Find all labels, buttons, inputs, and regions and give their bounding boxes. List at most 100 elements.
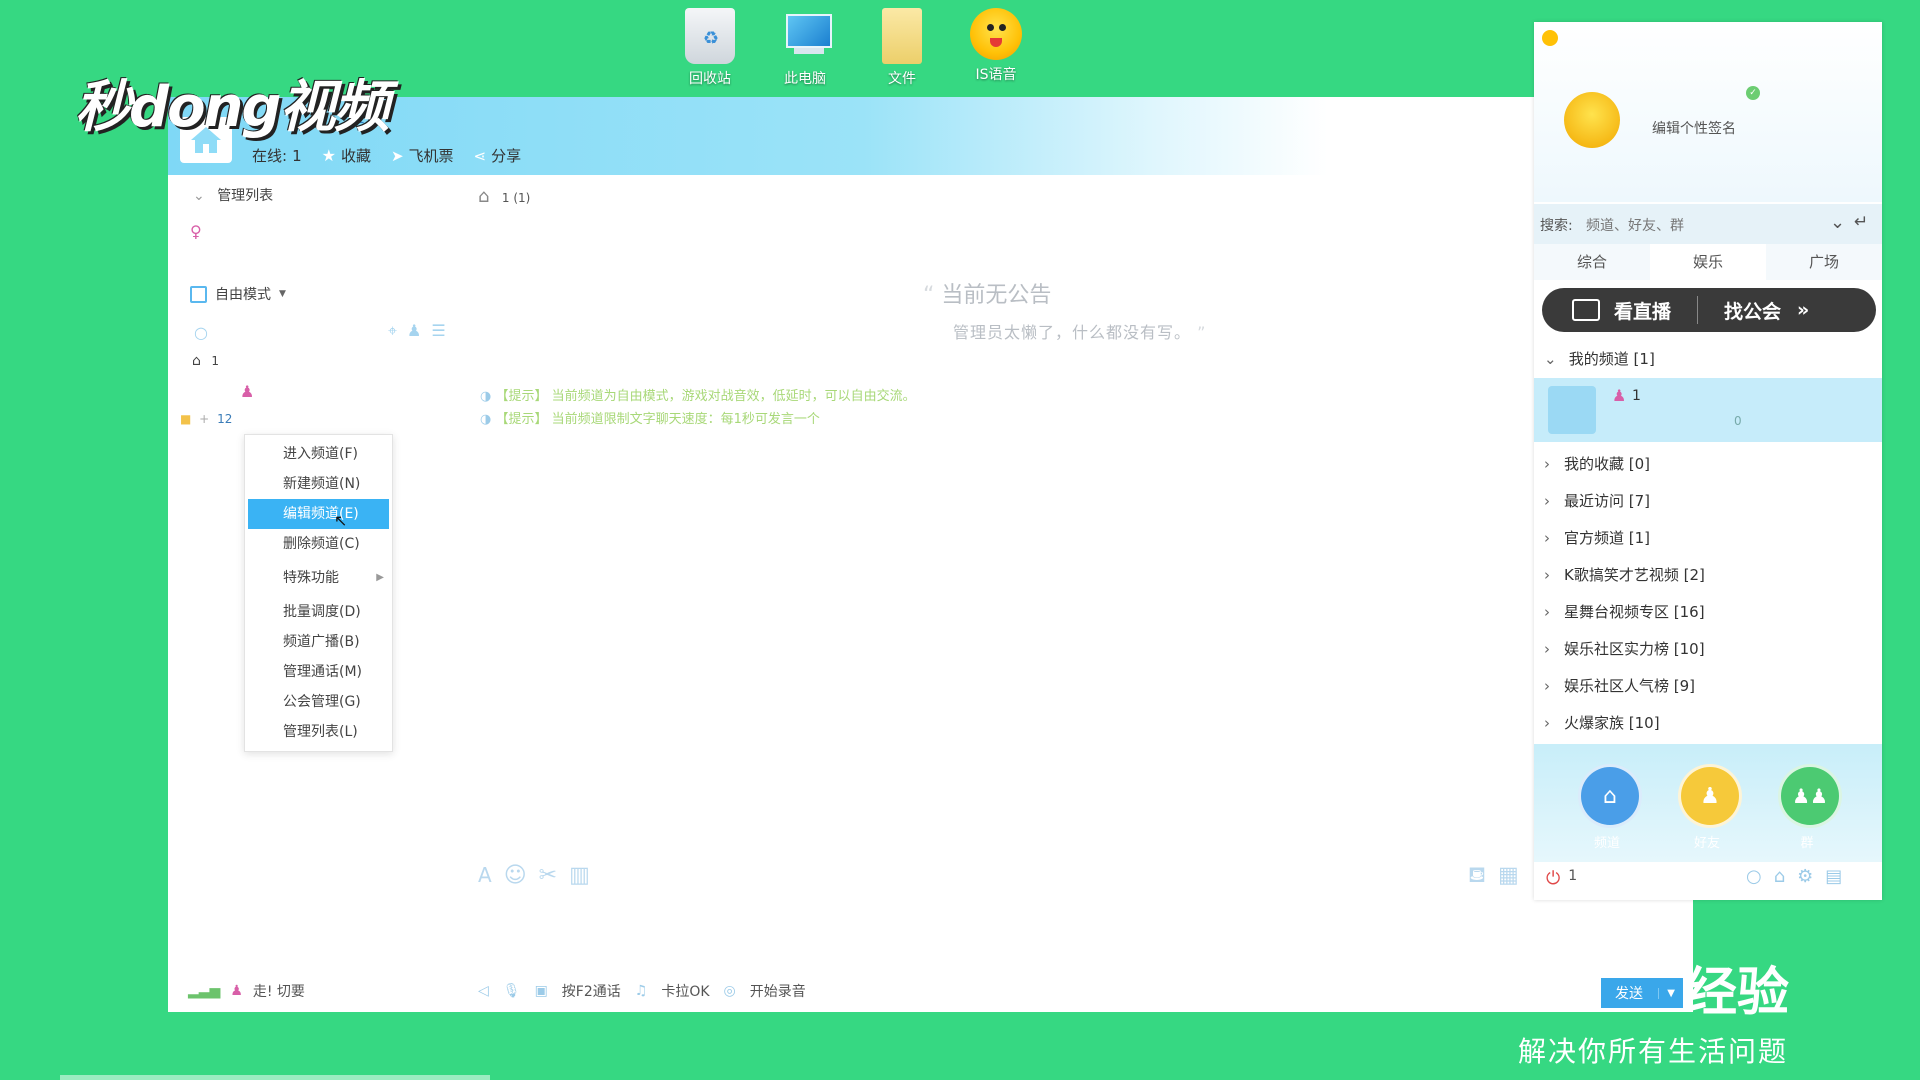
main-window: 1 在线: 1 ★ 收藏 ➤ 飞机票 ⋖ 分享 ⌄ 管理列表 ♀ 自由模式 ▼ … [168, 97, 1693, 1012]
tree-label: 最近访问 [7] [1564, 492, 1651, 510]
watch-live-button[interactable]: 看直播 [1614, 297, 1671, 324]
search-icon[interactable]: ○ [194, 323, 208, 342]
sub-channel-row[interactable]: ■ + 12 [180, 412, 232, 426]
tree-item[interactable]: › 官方频道 [1] [1544, 527, 1650, 548]
video-progress-strip [60, 1075, 490, 1080]
menu-item-delete[interactable]: 删除频道(C) [245, 529, 392, 559]
mic-icon[interactable]: 🎙 [503, 983, 521, 999]
search-icon[interactable]: ○ [1746, 866, 1762, 887]
recycle-bin-icon: ♻ [685, 8, 735, 64]
share-button[interactable]: ⋖ 分享 [474, 145, 522, 166]
font-icon[interactable]: A [478, 863, 492, 888]
gift-icon[interactable]: ⛾ [1468, 863, 1486, 891]
root-channel-id: 1 [211, 354, 219, 368]
nav-group-button[interactable]: ♟♟ [1778, 764, 1842, 828]
paper-plane-icon: ➤ [390, 146, 404, 165]
tree-item[interactable]: › 我的收藏 [0] [1544, 453, 1650, 474]
location-icon[interactable]: ⌖ [388, 321, 397, 341]
find-guild-button[interactable]: 找公会 [1724, 297, 1781, 324]
menu-item-new[interactable]: 新建频道(N) [245, 469, 392, 499]
desktop-icon-folder[interactable]: 文件 [857, 8, 947, 88]
tree-item[interactable]: › K歌搞笑才艺视频 [2] [1544, 564, 1705, 585]
chevron-down-icon: ⌄ [1544, 350, 1557, 368]
home-outline-icon[interactable]: ⌂ [1774, 866, 1785, 887]
quote-open-icon: “ [923, 283, 935, 308]
mode-label: 自由模式 [215, 287, 271, 303]
chevron-right-icon: › [1544, 603, 1550, 621]
star-icon: ★ [321, 146, 336, 165]
my-channel-item[interactable]: ♟ 1 0 [1534, 378, 1882, 442]
gear-icon[interactable]: ⚙ [1797, 866, 1813, 887]
screen-icon[interactable]: ▣ [535, 983, 548, 999]
desktop-icon-recycle-bin[interactable]: ♻ 回收站 [665, 8, 755, 88]
f2-talk-button[interactable]: 按F2通话 [562, 981, 621, 1001]
tree-label: 火爆家族 [10] [1564, 714, 1660, 732]
power-icon[interactable]: ⏻ [1546, 868, 1560, 889]
favorite-label: 收藏 [340, 147, 371, 165]
speaker-icon[interactable]: ◁ [478, 983, 489, 999]
user-icon[interactable]: ♟ [407, 321, 421, 341]
double-chevron-icon: » [1797, 299, 1810, 321]
quote-close-icon: ” [1197, 323, 1207, 342]
tree-item[interactable]: › 星舞台视频专区 [16] [1544, 601, 1705, 622]
menu-item-manage-call[interactable]: 管理通话(M) [245, 657, 392, 687]
emoji-icon[interactable]: ☺ [504, 863, 527, 888]
menu-item-guild[interactable]: 公会管理(G) [245, 687, 392, 717]
menu-item-batch[interactable]: 批量调度(D) [245, 597, 392, 627]
chevron-down-icon[interactable]: ⌄ [1830, 212, 1845, 233]
side-search[interactable]: 搜索: 频道、好友、群 ⌄ ↵ [1534, 204, 1882, 244]
favorite-button[interactable]: ★ 收藏 [322, 145, 371, 166]
tree-label: 星舞台视频专区 [16] [1564, 603, 1705, 621]
scissors-icon[interactable]: ✂ [539, 863, 557, 888]
trash-icon[interactable]: ▥ [569, 863, 590, 888]
computer-icon [780, 8, 832, 64]
record-icon: ◎ [723, 983, 736, 999]
tree-item[interactable]: › 娱乐社区人气榜 [9] [1544, 675, 1695, 696]
karaoke-button[interactable]: 卡拉OK [661, 981, 709, 1001]
submenu-arrow-icon: ▶ [376, 572, 384, 583]
tab-general[interactable]: 综合 [1534, 244, 1650, 280]
avatar[interactable] [1564, 92, 1620, 148]
mode-selector[interactable]: 自由模式 ▼ [190, 284, 286, 304]
caret-down-icon[interactable]: ▼ [1658, 987, 1683, 999]
announcement-title: “ 当前无公告 [923, 277, 1051, 309]
manage-list-toggle[interactable]: ⌄ 管理列表 [193, 185, 273, 205]
menu-item-edit[interactable]: 编辑频道(E) [248, 499, 389, 529]
signature-editor[interactable]: 编辑个性签名 [1652, 118, 1736, 138]
root-channel[interactable]: ⌂ 1 [192, 353, 219, 369]
menu-item-manage-list[interactable]: 管理列表(L) [245, 717, 392, 747]
menu-item-special[interactable]: 特殊功能 ▶ [245, 563, 392, 593]
list-icon[interactable]: ☰ [431, 321, 445, 341]
online-status-icon: ✓ [1746, 86, 1760, 100]
shop-icon[interactable]: ▦ [1498, 863, 1519, 891]
my-channel-item-count: 0 [1734, 414, 1742, 428]
status-text[interactable]: 走! 切要 [253, 981, 305, 1001]
info-icon: ◑ [480, 389, 492, 404]
tree-my-channel[interactable]: ⌄ 我的频道 [1] [1544, 348, 1655, 369]
channel-tools: ⌖ ♟ ☰ [388, 321, 446, 341]
watermark-logo: 秒dong视频 [75, 75, 390, 140]
nav-channel-button[interactable]: ⌂ [1578, 764, 1642, 828]
chevron-right-icon: › [1544, 492, 1550, 510]
desktop-icon-is-voice[interactable]: IS语音 [951, 8, 1041, 84]
is-voice-icon [970, 8, 1022, 60]
menu-item-broadcast[interactable]: 频道广播(B) [245, 627, 392, 657]
menu-item-enter[interactable]: 进入频道(F) [245, 439, 392, 469]
nav-friends-button[interactable]: ♟ [1678, 764, 1742, 828]
avatar-icon: ♟ [230, 983, 243, 999]
tab-square[interactable]: 广场 [1766, 244, 1882, 280]
tree-item[interactable]: › 娱乐社区实力榜 [10] [1544, 638, 1705, 659]
desktop-icon-computer[interactable]: 此电脑 [760, 8, 850, 88]
tab-entertainment[interactable]: 娱乐 [1650, 244, 1766, 280]
send-button[interactable]: 发送 ▼ [1601, 978, 1683, 1008]
tree-item[interactable]: › 火爆家族 [10] [1544, 712, 1660, 733]
ticket-button[interactable]: ➤ 飞机票 [391, 145, 454, 166]
folder-icon [882, 8, 922, 64]
search-input[interactable]: 频道、好友、群 [1586, 215, 1684, 235]
breadcrumb-label: 1 (1) [501, 191, 531, 205]
app-logo-icon [1542, 30, 1558, 46]
record-button[interactable]: 开始录音 [750, 981, 806, 1001]
message-icon[interactable]: ▤ [1825, 866, 1842, 887]
tree-item[interactable]: › 最近访问 [7] [1544, 490, 1650, 511]
enter-icon[interactable]: ↵ [1854, 212, 1868, 232]
